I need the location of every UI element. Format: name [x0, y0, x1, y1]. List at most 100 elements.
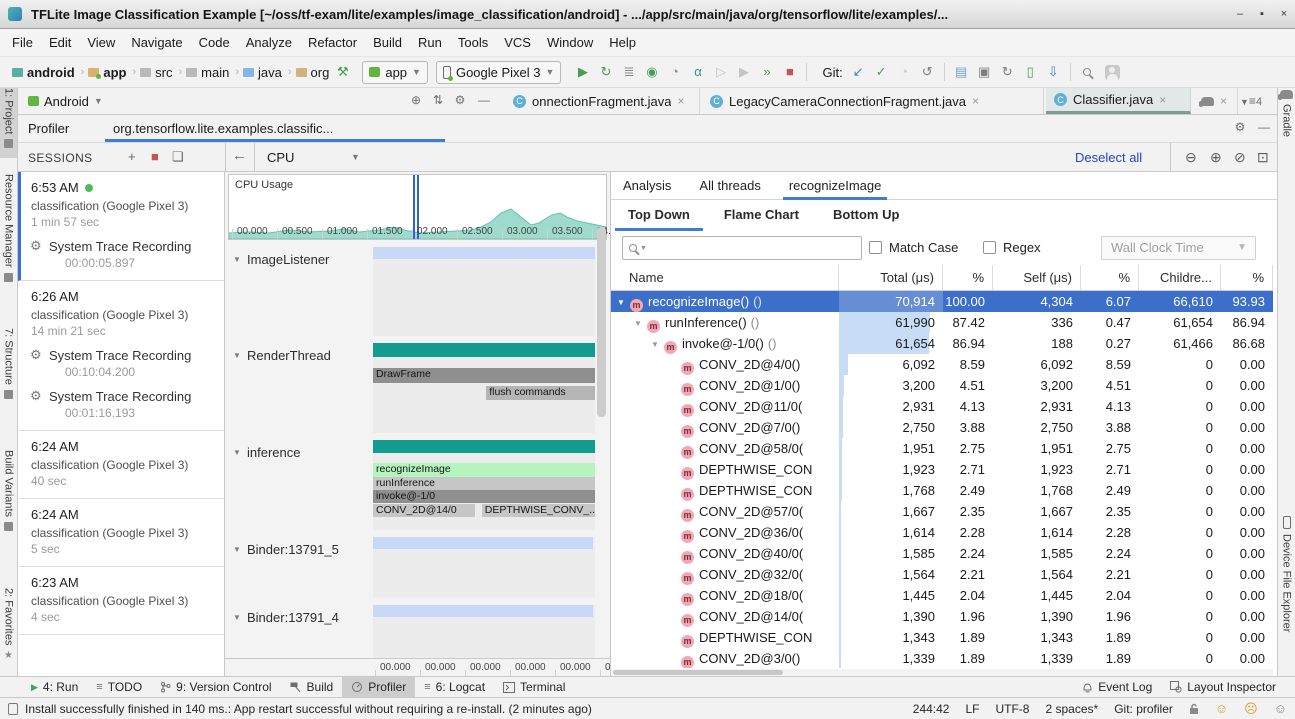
table-row[interactable]: mCONV_2D@11/0(2,9314.132,9314.1300.00: [611, 396, 1273, 417]
run-config-dropdown[interactable]: app ▼: [362, 61, 428, 84]
apply-code-changes-icon[interactable]: ≣: [617, 57, 640, 87]
locate-file-icon[interactable]: ⊕: [406, 93, 426, 107]
toolwindow-layout-inspector[interactable]: Layout Inspector: [1161, 677, 1285, 697]
close-icon[interactable]: ×: [1159, 93, 1166, 107]
toolwindow-profiler[interactable]: Profiler: [342, 677, 415, 697]
collapse-arrow-icon[interactable]: ▼: [233, 255, 241, 264]
step-disabled-icon[interactable]: ▷: [709, 57, 732, 87]
hammer-icon[interactable]: ⚒: [331, 57, 354, 87]
zoom-to-selection-icon[interactable]: ⊡: [1257, 149, 1269, 166]
menu-edit[interactable]: Edit: [41, 29, 79, 57]
column-header-5[interactable]: Childre...: [1139, 265, 1221, 290]
expand-arrow-icon[interactable]: ▼: [617, 292, 630, 312]
device-manager-icon[interactable]: ▯: [1019, 57, 1042, 87]
tab-analysis[interactable]: Analysis: [623, 172, 671, 200]
apply-changes-icon[interactable]: ↻: [594, 57, 617, 87]
column-header-1[interactable]: Total (μs): [839, 265, 943, 290]
menu-file[interactable]: File: [4, 29, 41, 57]
table-row[interactable]: mCONV_2D@40/0(1,5852.241,5852.2400.00: [611, 543, 1273, 564]
table-row[interactable]: mCONV_2D@58/0(1,9512.751,9512.7500.00: [611, 438, 1273, 459]
session-item[interactable]: 6:53 AMclassification (Google Pixel 3)1 …: [18, 172, 224, 281]
sad-face-icon[interactable]: ☹: [1244, 701, 1258, 717]
caret-position[interactable]: 244:42: [913, 702, 950, 716]
gear-icon[interactable]: ⚙: [1230, 120, 1250, 134]
editor-tab-gradle[interactable]: ×: [1193, 88, 1238, 114]
clock-type-dropdown[interactable]: Wall Clock Time ▼: [1101, 236, 1256, 260]
incognito-icon[interactable]: ☺: [1274, 701, 1287, 716]
profiler-attach-icon[interactable]: α: [686, 57, 709, 87]
hide-panel-icon[interactable]: —: [474, 93, 494, 107]
sidebar-item-gradle[interactable]: Gradle: [1278, 90, 1295, 154]
zoom-in-icon[interactable]: ⊕: [1210, 149, 1222, 166]
sidebar-item-2-favorites[interactable]: 2: Favorites★: [0, 588, 17, 678]
tab-recognizeimage[interactable]: recognizeImage: [789, 172, 882, 200]
trace-event-runInference[interactable]: runInference: [373, 477, 595, 490]
trace-event-DEPTHWISE_CONV_...[interactable]: DEPTHWISE_CONV_...: [482, 504, 595, 517]
project-pane-header[interactable]: Android ▼: [18, 88, 103, 114]
breadcrumb-item-android[interactable]: android: [12, 65, 75, 80]
subtab-top-down[interactable]: Top Down: [628, 200, 690, 231]
git-branch[interactable]: Git: profiler: [1114, 702, 1173, 716]
update-project-icon[interactable]: ↙: [847, 57, 870, 87]
sdk-manager-icon[interactable]: ⇩: [1042, 57, 1065, 87]
sidebar-item-1-project[interactable]: 1: Project: [0, 88, 17, 158]
column-header-6[interactable]: %: [1221, 265, 1273, 290]
trace-event-recognizeImage[interactable]: recognizeImage: [373, 463, 595, 477]
attach-debugger-icon[interactable]: »: [755, 57, 778, 87]
run-icon[interactable]: ▶: [571, 57, 594, 87]
project-structure-icon[interactable]: ▤: [950, 57, 973, 87]
sidebar-item-build-variants[interactable]: Build Variants: [0, 450, 17, 576]
collapse-arrow-icon[interactable]: ▼: [233, 613, 241, 622]
breadcrumb-item-src[interactable]: src: [140, 65, 172, 80]
hidden-tabs-dropdown[interactable]: ▼≡4: [1240, 93, 1262, 108]
expand-arrow-icon[interactable]: ▼: [634, 313, 647, 333]
column-header-0[interactable]: Name: [611, 265, 839, 290]
table-row[interactable]: mCONV_2D@36/0(1,6142.281,6142.2800.00: [611, 522, 1273, 543]
lock-icon[interactable]: [1189, 703, 1199, 715]
thread-track[interactable]: [373, 247, 595, 336]
menu-build[interactable]: Build: [365, 29, 410, 57]
editor-tab-LegacyCameraConnectionFragment.java[interactable]: CLegacyCameraConnectionFragment.java×: [702, 88, 1044, 114]
toolwindow-todo[interactable]: ≡TODO: [87, 677, 151, 697]
project-view-selector[interactable]: Android: [44, 94, 89, 109]
close-icon[interactable]: ×: [1220, 94, 1227, 108]
editor-tab-onnectionFragment.java[interactable]: ConnectionFragment.java×: [505, 88, 700, 114]
toolwindow-build[interactable]: Build: [281, 677, 343, 697]
table-row[interactable]: mCONV_2D@4/0()6,0928.596,0928.5900.00: [611, 354, 1273, 375]
table-row[interactable]: mCONV_2D@57/0(1,6672.351,6672.3500.00: [611, 501, 1273, 522]
thread-state-bar[interactable]: [373, 440, 595, 453]
menu-help[interactable]: Help: [601, 29, 644, 57]
column-header-3[interactable]: Self (μs): [993, 265, 1081, 290]
session-item[interactable]: 6:23 AMclassification (Google Pixel 3)4 …: [18, 567, 224, 635]
trace-recording-item[interactable]: System Trace Recording⚙00:01:16.193: [21, 389, 224, 421]
session-item[interactable]: 6:24 AMclassification (Google Pixel 3)40…: [18, 431, 224, 499]
rollback-icon[interactable]: ↺: [916, 57, 939, 87]
thread-state-bar[interactable]: [373, 537, 593, 549]
filter-input[interactable]: [649, 238, 857, 258]
indent[interactable]: 2 spaces*: [1045, 702, 1098, 716]
device-dropdown[interactable]: Google Pixel 3 ▼: [436, 61, 561, 84]
subtab-flame-chart[interactable]: Flame Chart: [724, 200, 799, 231]
breadcrumb-item-app[interactable]: app: [88, 65, 126, 80]
toolwindow-event-log[interactable]: Event Log: [1073, 677, 1161, 697]
thread-state-bar[interactable]: [373, 343, 595, 357]
search-everywhere-icon[interactable]: [1076, 57, 1099, 87]
expand-panel-icon[interactable]: ❏: [172, 149, 184, 165]
toolwindow-9-version-control[interactable]: 9: Version Control: [151, 677, 280, 697]
breadcrumb-item-org[interactable]: org: [296, 65, 330, 80]
collapse-arrow-icon[interactable]: ▼: [233, 545, 241, 554]
stop-session-icon[interactable]: ■: [151, 149, 159, 164]
hide-panel-icon[interactable]: —: [1254, 120, 1274, 134]
table-row[interactable]: mDEPTHWISE_CON1,7682.491,7682.4900.00: [611, 480, 1273, 501]
collapse-arrow-icon[interactable]: ▼: [233, 448, 241, 457]
tab-all-threads[interactable]: All threads: [699, 172, 760, 200]
breadcrumb-item-java[interactable]: java: [243, 65, 282, 80]
gear-icon[interactable]: ⚙: [450, 93, 470, 107]
cpu-usage-chart[interactable]: CPU Usage 00.00000.50001.00001.50002.000…: [228, 174, 607, 240]
menu-code[interactable]: Code: [191, 29, 238, 57]
close-icon[interactable]: ×: [677, 94, 684, 108]
collapse-all-icon[interactable]: ⇅: [428, 93, 448, 107]
toolwindow-terminal[interactable]: Terminal: [494, 677, 574, 697]
debug-icon[interactable]: ◉: [640, 57, 663, 87]
table-row[interactable]: ▼mrecognizeImage()()70,914100.004,3046.0…: [611, 291, 1273, 312]
